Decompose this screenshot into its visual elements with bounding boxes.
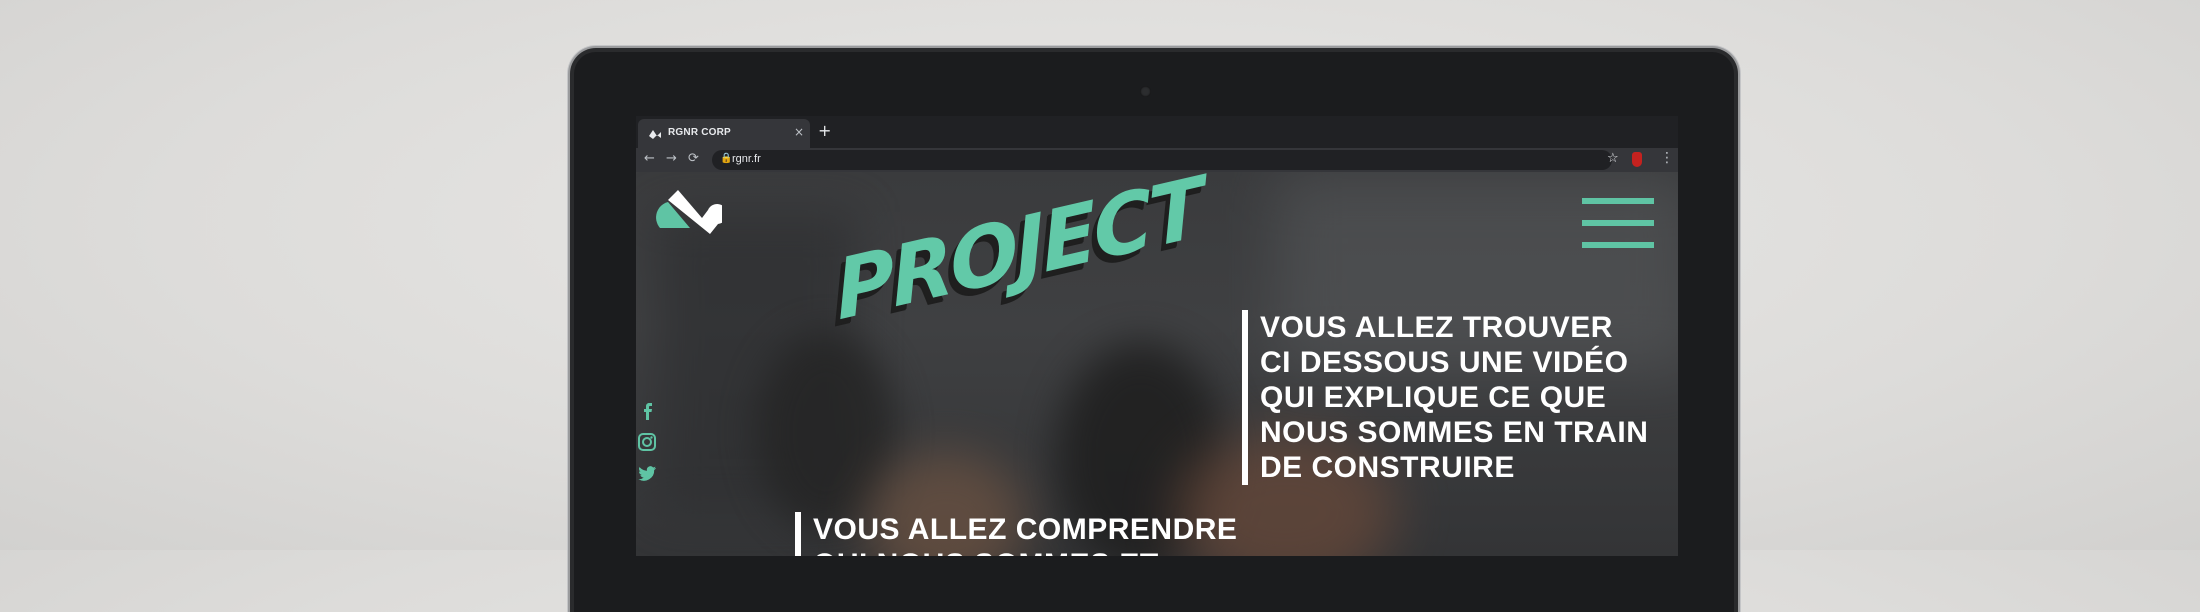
page-heading: PROJECT bbox=[832, 172, 1206, 340]
address-url[interactable]: rgnr.fr bbox=[732, 153, 761, 165]
tab-close-icon[interactable]: × bbox=[794, 125, 804, 139]
browser-tab-bar: RGNR CORP × + bbox=[636, 116, 1678, 148]
forward-icon[interactable]: → bbox=[666, 151, 677, 166]
second-line: VOUS ALLEZ COMPRENDRE bbox=[813, 513, 1238, 546]
back-icon[interactable]: ← bbox=[644, 151, 655, 166]
tab-title: RGNR CORP bbox=[668, 127, 731, 138]
intro-line: NOUS SOMMES EN TRAIN bbox=[1260, 416, 1649, 449]
site-favicon-icon bbox=[649, 130, 661, 139]
intro-line: QUI EXPLIQUE CE QUE bbox=[1260, 381, 1607, 414]
intro-line: DE CONSTRUIRE bbox=[1260, 451, 1515, 484]
laptop-screen: RGNR CORP × + ← → ⟳ 🔒 rgnr.fr ☆ ⋮ PROJEC… bbox=[636, 116, 1678, 556]
new-tab-button[interactable]: + bbox=[818, 121, 831, 140]
menu-bar-bottom bbox=[1582, 242, 1654, 248]
browser-menu-icon[interactable]: ⋮ bbox=[1660, 150, 1674, 166]
lock-icon: 🔒 bbox=[720, 153, 733, 164]
browser-toolbar: ← → ⟳ 🔒 rgnr.fr ☆ ⋮ bbox=[636, 148, 1678, 172]
intro-text-block: VOUS ALLEZ TROUVER CI DESSOUS UNE VIDÉO … bbox=[1242, 310, 1648, 485]
menu-bar-top bbox=[1582, 198, 1654, 204]
facebook-icon[interactable] bbox=[636, 400, 658, 422]
intro-line: VOUS ALLEZ TROUVER bbox=[1260, 311, 1613, 344]
second-line: QUI NOUS SOMMES ET bbox=[813, 547, 1237, 556]
browser-tab[interactable]: RGNR CORP × bbox=[638, 119, 810, 148]
webpage: PROJECT VOUS ALLEZ TROUVER CI DESSOUS UN… bbox=[636, 172, 1678, 556]
twitter-icon[interactable] bbox=[636, 462, 658, 484]
intro-line: CI DESSOUS UNE VIDÉO bbox=[1260, 346, 1629, 379]
extension-icon[interactable] bbox=[1632, 152, 1642, 167]
menu-hamburger-icon[interactable] bbox=[1582, 198, 1654, 250]
webcam bbox=[1140, 86, 1151, 97]
site-logo[interactable] bbox=[656, 188, 722, 234]
second-text-block: VOUS ALLEZ COMPRENDRE QUI NOUS SOMMES ET bbox=[795, 512, 1237, 556]
bookmark-star-icon[interactable]: ☆ bbox=[1607, 151, 1619, 166]
address-bar[interactable]: 🔒 rgnr.fr bbox=[712, 150, 1612, 170]
instagram-icon[interactable] bbox=[636, 431, 658, 453]
menu-bar-middle bbox=[1582, 220, 1654, 226]
reload-icon[interactable]: ⟳ bbox=[688, 151, 699, 166]
